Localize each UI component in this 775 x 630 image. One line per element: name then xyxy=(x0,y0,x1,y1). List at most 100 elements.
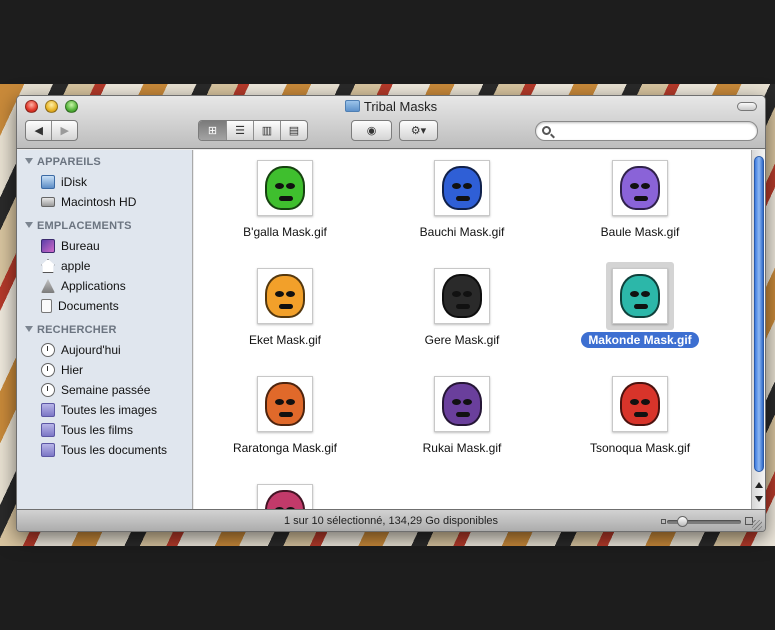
sidebar-item-label: Tous les films xyxy=(61,423,134,437)
sidebar-item[interactable]: Hier xyxy=(17,360,192,380)
file-thumbnail-frame xyxy=(251,154,319,222)
file-thumbnail-frame xyxy=(251,370,319,438)
coverflow-view-button[interactable]: ▤ xyxy=(280,121,307,140)
mask-icon xyxy=(620,382,660,426)
sidebar-item[interactable]: Tous les documents xyxy=(17,440,192,460)
sidebar-item[interactable]: iDisk xyxy=(17,172,192,192)
status-text: 1 sur 10 sélectionné, 134,29 Go disponib… xyxy=(283,515,499,527)
file-name: B'galla Mask.gif xyxy=(243,225,327,239)
sidebar-item[interactable]: apple xyxy=(17,256,192,276)
sidebar-section-title: EMPLACEMENTS xyxy=(37,220,132,232)
file-item[interactable]: Gere Mask.gif xyxy=(387,262,537,349)
file-item[interactable]: Tsonoqua Mask.gif xyxy=(565,370,715,457)
file-item[interactable]: Baule Mask.gif xyxy=(565,154,715,241)
disclosure-triangle-icon[interactable] xyxy=(25,158,33,164)
file-name: Eket Mask.gif xyxy=(248,333,322,347)
resize-grip-icon[interactable] xyxy=(752,520,762,530)
sidebar-section-header[interactable]: EMPLACEMENTS xyxy=(17,216,192,236)
documents-icon xyxy=(41,299,52,313)
sidebar-item-label: iDisk xyxy=(61,175,87,189)
file-name: Tsonoqua Mask.gif xyxy=(589,441,691,455)
clock-icon xyxy=(41,363,55,377)
sidebar-item-label: Macintosh HD xyxy=(61,195,137,209)
file-name: Baule Mask.gif xyxy=(600,225,680,239)
sidebar-item-label: Applications xyxy=(61,279,126,293)
gear-icon: ⚙▾ xyxy=(410,125,427,137)
list-view-icon: ☰ xyxy=(235,125,245,137)
file-name: Makonde Mask.gif xyxy=(581,332,699,348)
sidebar-section-header[interactable]: RECHERCHER xyxy=(17,320,192,340)
sidebar-item-label: Aujourd'hui xyxy=(61,343,121,357)
desktop-icon xyxy=(41,239,55,253)
clock-icon xyxy=(41,383,55,397)
disclosure-triangle-icon[interactable] xyxy=(25,222,33,228)
search-input[interactable] xyxy=(556,124,751,138)
sidebar-item-label: Toutes les images xyxy=(61,403,158,417)
file-thumbnail xyxy=(434,160,490,216)
toolbar-toggle-button[interactable] xyxy=(737,102,757,111)
list-view-button[interactable]: ☰ xyxy=(226,121,253,140)
file-thumbnail xyxy=(434,268,490,324)
idisk-icon xyxy=(41,175,55,189)
file-thumbnail xyxy=(257,268,313,324)
file-name: Gere Mask.gif xyxy=(424,333,500,347)
icon-view-button[interactable]: ⊞ xyxy=(199,121,226,140)
sidebar-item-label: Semaine passée xyxy=(61,383,151,397)
back-arrow-icon: ◀ xyxy=(34,125,43,137)
file-thumbnail-frame xyxy=(251,262,319,330)
scrollbar-thumb[interactable] xyxy=(754,156,764,472)
file-thumbnail xyxy=(257,376,313,432)
disclosure-triangle-icon[interactable] xyxy=(25,326,33,332)
sidebar-item-label: Tous les documents xyxy=(61,443,168,457)
sidebar-item[interactable]: Documents xyxy=(17,296,192,316)
icon-size-slider-knob[interactable] xyxy=(676,516,688,527)
sidebar-item[interactable]: Semaine passée xyxy=(17,380,192,400)
file-item[interactable]: Eket Mask.gif xyxy=(210,262,360,349)
sidebar-item[interactable]: Applications xyxy=(17,276,192,296)
status-bar: 1 sur 10 sélectionné, 134,29 Go disponib… xyxy=(17,509,765,531)
finder-window: Tribal Masks ◀ ▶ ⊞ ☰ ▥ ▤ ◉ ⚙▾ APPAREILS … xyxy=(16,95,766,532)
clock-icon xyxy=(41,343,55,357)
view-mode-buttons: ⊞ ☰ ▥ ▤ xyxy=(198,120,308,141)
sidebar: APPAREILS iDisk Macintosh HD EMPLACEMENTS Bu… xyxy=(17,150,193,509)
search-field[interactable] xyxy=(535,121,758,141)
file-thumbnail xyxy=(257,484,313,509)
back-button[interactable]: ◀ xyxy=(26,121,51,140)
sidebar-item[interactable]: Tous les films xyxy=(17,420,192,440)
file-item[interactable]: Bauchi Mask.gif xyxy=(387,154,537,241)
mask-icon xyxy=(442,166,482,210)
screen-backdrop: Tribal Masks ◀ ▶ ⊞ ☰ ▥ ▤ ◉ ⚙▾ APPAREILS … xyxy=(0,0,775,630)
file-item[interactable]: Raratonga Mask.gif xyxy=(210,370,360,457)
mask-icon xyxy=(265,490,305,509)
sidebar-item[interactable]: Aujourd'hui xyxy=(17,340,192,360)
window-title: Tribal Masks xyxy=(363,99,438,114)
sidebar-section-header[interactable]: APPAREILS xyxy=(17,152,192,172)
action-menu-button[interactable]: ⚙▾ xyxy=(399,120,438,141)
smart-folder-icon xyxy=(41,403,55,417)
quick-look-button[interactable]: ◉ xyxy=(351,120,392,141)
file-thumbnail xyxy=(612,376,668,432)
sidebar-item[interactable]: Toutes les images xyxy=(17,400,192,420)
mask-icon xyxy=(265,166,305,210)
file-item[interactable]: B'galla Mask.gif xyxy=(210,154,360,241)
file-item[interactable]: Makonde Mask.gif xyxy=(565,262,715,349)
sidebar-item-label: Documents xyxy=(58,299,119,313)
mask-icon xyxy=(442,274,482,318)
vertical-scrollbar[interactable] xyxy=(751,150,765,509)
sidebar-item[interactable]: Macintosh HD xyxy=(17,192,192,212)
file-name: Rukai Mask.gif xyxy=(422,441,502,455)
column-view-button[interactable]: ▥ xyxy=(253,121,280,140)
sidebar-item-label: Bureau xyxy=(61,239,100,253)
forward-button[interactable]: ▶ xyxy=(51,121,77,140)
small-icon-size-icon xyxy=(661,519,666,524)
file-thumbnail-frame xyxy=(606,262,674,330)
scroll-down-arrow-icon[interactable] xyxy=(755,496,763,502)
icon-view-icon: ⊞ xyxy=(207,125,218,137)
file-item[interactable]: Rukai Mask.gif xyxy=(387,370,537,457)
smart-folder-icon xyxy=(41,423,55,437)
sidebar-item[interactable]: Bureau xyxy=(17,236,192,256)
file-thumbnail xyxy=(257,160,313,216)
file-name: Bauchi Mask.gif xyxy=(419,225,505,239)
file-item[interactable] xyxy=(210,478,360,509)
scroll-up-arrow-icon[interactable] xyxy=(755,482,763,488)
